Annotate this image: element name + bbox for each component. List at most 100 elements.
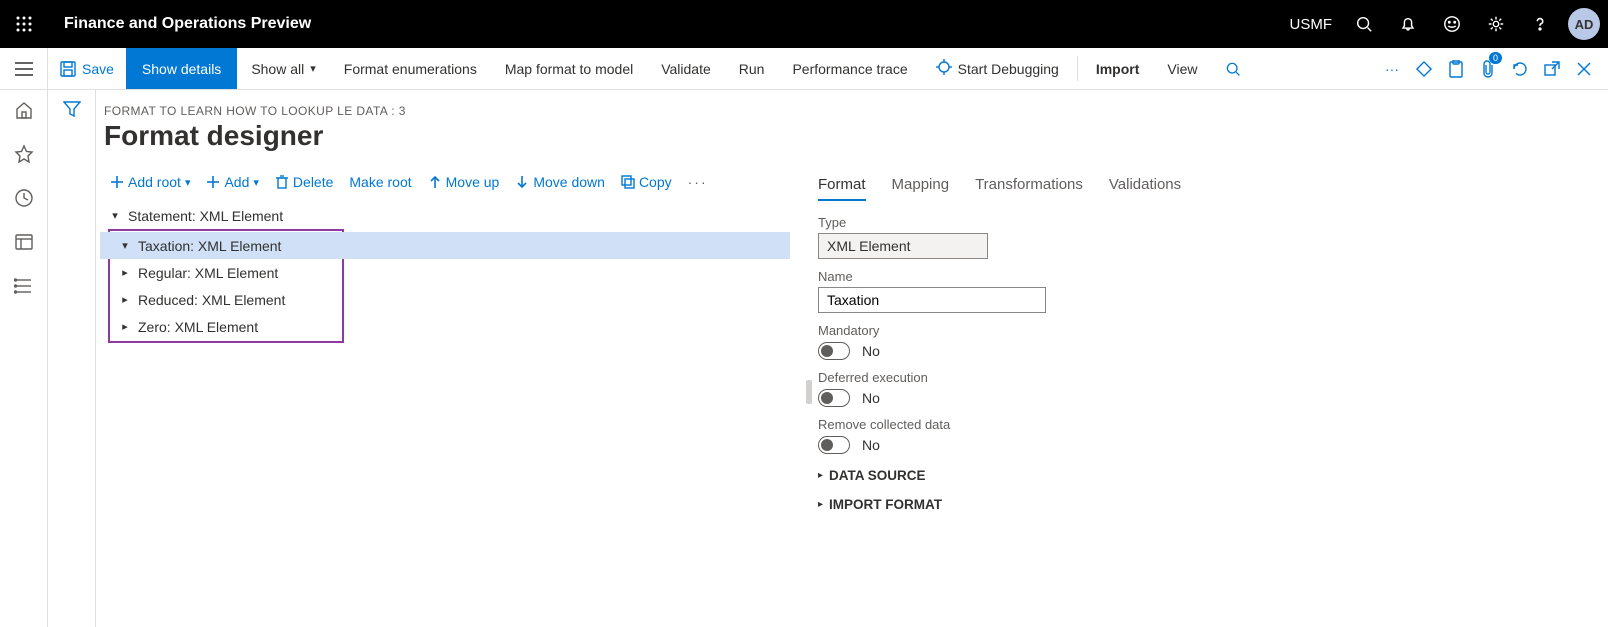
caret-right-icon: ▸ (118, 293, 132, 306)
star-icon[interactable] (14, 144, 34, 164)
mandatory-toggle[interactable] (818, 342, 850, 360)
company-code[interactable]: USMF (1290, 16, 1341, 33)
mandatory-label: Mandatory (818, 323, 1592, 338)
import-label: Import (1096, 61, 1140, 77)
hamburger-icon[interactable] (0, 48, 48, 89)
name-input[interactable] (818, 287, 1046, 313)
tree-more-button[interactable]: ··· (682, 170, 714, 194)
map-format-label: Map format to model (505, 61, 633, 77)
save-label: Save (82, 61, 114, 77)
format-enumerations-button[interactable]: Format enumerations (330, 48, 491, 89)
validate-button[interactable]: Validate (647, 48, 725, 89)
home-icon[interactable] (14, 100, 34, 120)
add-root-button[interactable]: Add root ▾ (104, 170, 196, 194)
import-format-section[interactable]: ▸ IMPORT FORMAT (818, 497, 1592, 512)
tab-validations[interactable]: Validations (1109, 170, 1181, 201)
chevron-down-icon: ▾ (310, 62, 316, 75)
move-down-button[interactable]: Move down (509, 170, 611, 194)
show-details-button[interactable]: Show details (126, 48, 237, 89)
remove-value: No (862, 437, 880, 453)
breadcrumb: FORMAT TO LEARN HOW TO LOOKUP LE DATA : … (104, 104, 1592, 118)
tab-mapping[interactable]: Mapping (892, 170, 950, 201)
topbar: Finance and Operations Preview USMF AD (0, 0, 1608, 48)
move-down-label: Move down (533, 174, 605, 190)
caret-right-icon: ▸ (118, 320, 132, 333)
remove-toggle[interactable] (818, 436, 850, 454)
make-root-button[interactable]: Make root (343, 170, 417, 194)
copy-button[interactable]: Copy (615, 170, 678, 194)
import-format-title: IMPORT FORMAT (829, 497, 942, 512)
help-icon[interactable] (1520, 0, 1560, 48)
attachments-badge: 0 (1489, 52, 1502, 64)
map-format-button[interactable]: Map format to model (491, 48, 647, 89)
tree-node-taxation[interactable]: ▾ Taxation: XML Element (100, 232, 790, 259)
format-enum-label: Format enumerations (344, 61, 477, 77)
save-button[interactable]: Save (48, 48, 126, 89)
validate-label: Validate (661, 61, 711, 77)
add-button[interactable]: Add ▾ (200, 170, 264, 194)
search-button[interactable] (1211, 48, 1255, 89)
caret-down-icon: ▾ (118, 239, 132, 252)
performance-trace-button[interactable]: Performance trace (778, 48, 921, 89)
type-value: XML Element (818, 233, 988, 259)
caret-down-icon: ▾ (108, 209, 122, 222)
copy-label: Copy (639, 174, 672, 190)
clipboard-icon[interactable] (1440, 48, 1472, 90)
left-rail (0, 90, 48, 627)
recent-icon[interactable] (14, 188, 34, 208)
caret-right-icon: ▸ (118, 266, 132, 279)
delete-button[interactable]: Delete (269, 170, 339, 194)
tree: ▾ Statement: XML Element ▾ Taxation: XML… (104, 202, 794, 343)
modules-icon[interactable] (14, 276, 34, 296)
remove-label: Remove collected data (818, 417, 1592, 432)
tab-format[interactable]: Format (818, 170, 866, 201)
start-debug-label: Start Debugging (958, 61, 1059, 77)
data-source-section[interactable]: ▸ DATA SOURCE (818, 468, 1592, 483)
view-button[interactable]: View (1153, 48, 1211, 89)
show-all-button[interactable]: Show all ▾ (237, 48, 329, 89)
gear-icon[interactable] (1476, 0, 1516, 48)
search-icon[interactable] (1344, 0, 1384, 48)
body: FORMAT TO LEARN HOW TO LOOKUP LE DATA : … (0, 90, 1608, 627)
tree-node-reduced[interactable]: ▸ Reduced: XML Element (110, 286, 342, 313)
deferred-toggle[interactable] (818, 389, 850, 407)
caret-right-icon: ▸ (818, 499, 823, 510)
attachments-icon[interactable]: 0 (1472, 48, 1504, 90)
show-details-label: Show details (142, 61, 221, 77)
content-area: FORMAT TO LEARN HOW TO LOOKUP LE DATA : … (96, 90, 1608, 627)
move-up-button[interactable]: Move up (422, 170, 506, 194)
chevron-down-icon: ▾ (253, 176, 259, 189)
workspaces-icon[interactable] (14, 232, 34, 252)
move-up-label: Move up (446, 174, 500, 190)
popout-icon[interactable] (1536, 48, 1568, 90)
deferred-value: No (862, 390, 880, 406)
splitter-handle[interactable] (806, 380, 812, 404)
bell-icon[interactable] (1388, 0, 1428, 48)
avatar[interactable]: AD (1568, 8, 1600, 40)
tab-transformations[interactable]: Transformations (975, 170, 1083, 201)
run-button[interactable]: Run (725, 48, 779, 89)
tree-node-label: Regular: XML Element (132, 265, 278, 281)
import-button[interactable]: Import (1082, 48, 1154, 89)
properties-panel: Format Mapping Transformations Validatio… (818, 170, 1592, 512)
page-title: Format designer (104, 120, 1592, 152)
chevron-down-icon: ▾ (185, 176, 191, 189)
add-root-label: Add root (128, 174, 181, 190)
close-icon[interactable] (1568, 48, 1600, 90)
diamond-icon[interactable] (1408, 48, 1440, 90)
smile-icon[interactable] (1432, 0, 1472, 48)
debug-icon (936, 59, 952, 78)
tree-node-zero[interactable]: ▸ Zero: XML Element (110, 313, 342, 340)
tree-node-regular[interactable]: ▸ Regular: XML Element (110, 259, 342, 286)
name-label: Name (818, 269, 1592, 284)
funnel-icon[interactable] (63, 100, 81, 627)
app-launcher-icon[interactable] (0, 0, 48, 48)
perf-trace-label: Performance trace (792, 61, 907, 77)
more-icon[interactable]: ··· (1376, 48, 1408, 90)
tree-node-statement[interactable]: ▾ Statement: XML Element (104, 202, 794, 229)
view-label: View (1167, 61, 1197, 77)
refresh-icon[interactable] (1504, 48, 1536, 90)
show-all-label: Show all (251, 61, 304, 77)
start-debugging-button[interactable]: Start Debugging (922, 48, 1073, 89)
filter-rail (48, 90, 96, 627)
